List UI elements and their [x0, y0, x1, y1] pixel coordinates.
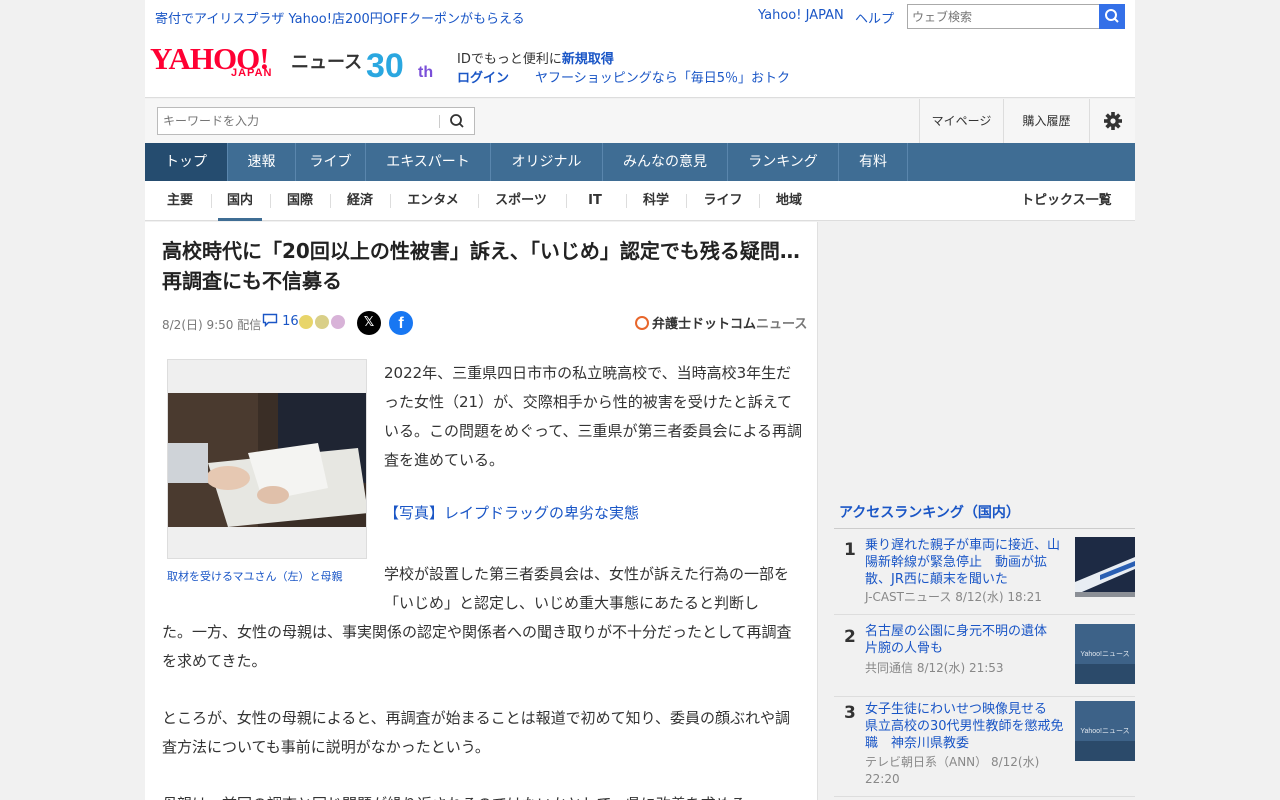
anniversary-th-text: th — [418, 64, 433, 81]
id-promo: IDでもっと便利に新規取得 — [457, 52, 614, 67]
ranking-title[interactable]: アクセスランキング（国内） — [834, 497, 1135, 529]
search-divider — [439, 115, 440, 128]
settings-button[interactable] — [1089, 99, 1135, 143]
ranking-source: J-CASTニュース 8/12(水) 18:21 — [865, 590, 1042, 604]
nav-original[interactable]: オリジナル — [491, 143, 603, 181]
yahoo-japan-link[interactable]: Yahoo! JAPAN — [758, 8, 844, 23]
source-logo-icon — [635, 316, 649, 330]
x-share-icon[interactable]: 𝕏 — [357, 311, 381, 335]
nav-opinions[interactable]: みんなの意見 — [603, 143, 728, 181]
help-link[interactable]: ヘルプ — [855, 8, 894, 27]
category-nav: 主要 国内 国際 経済 エンタメ スポーツ IT 科学 ライフ 地域 トピックス… — [145, 181, 1135, 221]
ranking-headline[interactable]: 乗り遅れた親子が車両に接近、山陽新幹線が緊急停止 動画が拡散、JR西に顛末を聞い… — [865, 537, 1065, 588]
keyword-search-input[interactable] — [157, 107, 475, 135]
comment-link[interactable]: 16 — [262, 313, 299, 329]
search-icon — [450, 114, 464, 128]
category-main[interactable]: 主要 — [162, 181, 198, 221]
ranking-number: 3 — [844, 703, 856, 723]
facebook-share-icon[interactable]: f — [389, 311, 413, 335]
main-nav: トップ 速報 ライブ エキスパート オリジナル みんなの意見 ランキング 有料 — [145, 143, 1135, 181]
category-economy[interactable]: 経済 — [338, 181, 382, 221]
paragraph-2a: 学校が設置した第三者委員会は、女性が訴えた行為の一部を「いじめ」と認定し、いじめ… — [384, 565, 790, 612]
paragraph-1: 2022年、三重県四日市市の私立暁高校で、当時高校3年生だった女性（21）が、交… — [384, 364, 803, 469]
login-link[interactable]: ログイン — [457, 67, 509, 86]
search-row: マイページ 購入履歴 — [145, 99, 1135, 143]
category-divider — [686, 194, 687, 208]
paragraph-3: ところが、女性の母親によると、再調査が始まることは報道で初めて知り、委員の顔ぶれ… — [162, 709, 791, 756]
shopping-promo-link[interactable]: ヤフーショッピングなら「毎日5％」おトク — [535, 67, 790, 86]
topics-list-link[interactable]: トピックス一覧 — [1021, 181, 1112, 221]
category-domestic[interactable]: 国内 — [218, 181, 262, 221]
article-photo[interactable] — [167, 359, 367, 559]
ranking-number: 2 — [844, 627, 856, 647]
reaction-face-icon — [331, 315, 346, 329]
nav-ranking[interactable]: ランキング — [728, 143, 839, 181]
ranking-thumbnail — [1075, 537, 1135, 597]
category-divider — [626, 194, 627, 208]
reaction-face-icon — [315, 315, 330, 329]
top-bar: 寄付でアイリスプラザ Yahoo!店200円OFFクーポンがもらえる Yahoo… — [145, 0, 1135, 32]
register-link[interactable]: 新規取得 — [562, 52, 614, 67]
promo-link[interactable]: 寄付でアイリスプラザ Yahoo!店200円OFFクーポンがもらえる — [155, 8, 525, 27]
yahoo-logo-japan: JAPAN — [231, 67, 273, 79]
ranking-thumbnail: Yahoo!ニュース — [1075, 701, 1135, 761]
category-international[interactable]: 国際 — [278, 181, 322, 221]
article: 高校時代に「20回以上の性被害」訴え、「いじめ」認定でも残る疑問…再調査にも不信… — [145, 222, 818, 800]
category-divider — [478, 194, 479, 208]
category-sports[interactable]: スポーツ — [486, 181, 556, 221]
comment-count: 16 — [282, 314, 299, 329]
category-divider — [759, 194, 760, 208]
category-divider — [566, 194, 567, 208]
category-divider — [270, 194, 271, 208]
source-logo[interactable]: 弁護士ドットコムニュース — [635, 313, 807, 332]
purchase-history-link[interactable]: 購入履歴 — [1003, 99, 1089, 143]
reaction-face-icon — [299, 315, 313, 329]
mypage-link[interactable]: マイページ — [919, 99, 1003, 143]
anniversary-30-text: 30 — [366, 47, 404, 84]
category-divider — [330, 194, 331, 208]
paragraph-4: 母親は、前回の調査と同じ問題が繰り返されるのではないかとして、県に改善を求める — [162, 790, 804, 800]
nav-live[interactable]: ライブ — [296, 143, 366, 181]
category-life[interactable]: ライフ — [695, 181, 751, 221]
category-region[interactable]: 地域 — [767, 181, 811, 221]
photo-link[interactable]: 【写真】レイプドラッグの卑劣な実態 — [384, 502, 639, 523]
ad-space — [834, 222, 1135, 492]
nav-paid[interactable]: 有料 — [839, 143, 908, 181]
ranking-thumbnail: Yahoo!ニュース — [1075, 624, 1135, 684]
keyword-search-button[interactable] — [445, 111, 469, 131]
thumbnail-logo-text: Yahoo!ニュース — [1080, 650, 1129, 658]
nav-breaking[interactable]: 速報 — [228, 143, 296, 181]
ranking-source: テレビ朝日系（ANN） 8/12(水) 22:20 — [865, 755, 1040, 786]
ranking-source: 共同通信 8/12(水) 21:53 — [865, 661, 1004, 675]
anniversary-30th-logo: 30 th — [366, 47, 433, 84]
category-science[interactable]: 科学 — [634, 181, 678, 221]
web-search-button[interactable] — [1099, 4, 1125, 29]
category-entertainment[interactable]: エンタメ — [398, 181, 468, 221]
category-it[interactable]: IT — [576, 181, 614, 221]
category-divider — [390, 194, 391, 208]
web-search-input[interactable] — [907, 4, 1100, 29]
reaction-icons — [299, 314, 346, 333]
ranking-number: 1 — [844, 540, 856, 560]
comment-icon — [262, 313, 278, 328]
nav-top[interactable]: トップ — [145, 143, 228, 181]
category-divider — [211, 194, 212, 208]
header: YAHOO! JAPAN ニュース 30 th IDでもっと便利に新規取得 ログ… — [145, 32, 1135, 98]
nav-expert[interactable]: エキスパート — [366, 143, 491, 181]
thumbnail-logo-text: Yahoo!ニュース — [1080, 727, 1129, 735]
gear-icon — [1104, 112, 1122, 130]
photo-caption[interactable]: 取材を受けるマユさん（左）と母親 — [167, 568, 343, 584]
ranking-item[interactable]: 3 女子生徒にわいせつ映像見せる 県立高校の30代男性教師を懲戒免職 神奈川県教… — [834, 697, 1135, 797]
ranking-headline[interactable]: 女子生徒にわいせつ映像見せる 県立高校の30代男性教師を懲戒免職 神奈川県教委 — [865, 701, 1065, 752]
paragraph-2b: た。一方、女性の母親は、事実関係の認定や関係者への聞き取りが不十分だったとして再… — [162, 623, 792, 670]
article-date: 8/2(日) 9:50 配信 — [162, 318, 262, 332]
ranking-item[interactable]: 2 名古屋の公園に身元不明の遺体 片腕の人骨も 共同通信 8/12(水) 21:… — [834, 615, 1135, 697]
search-icon — [1105, 9, 1119, 23]
news-logo[interactable]: ニュース — [291, 48, 362, 74]
ranking-headline[interactable]: 名古屋の公園に身元不明の遺体 片腕の人骨も — [865, 623, 1065, 657]
ranking-item[interactable]: 1 乗り遅れた親子が車両に接近、山陽新幹線が緊急停止 動画が拡散、JR西に顛末を… — [834, 537, 1135, 615]
article-photo-image — [168, 393, 366, 527]
article-headline: 高校時代に「20回以上の性被害」訴え、「いじめ」認定でも残る疑問…再調査にも不信… — [162, 239, 800, 293]
